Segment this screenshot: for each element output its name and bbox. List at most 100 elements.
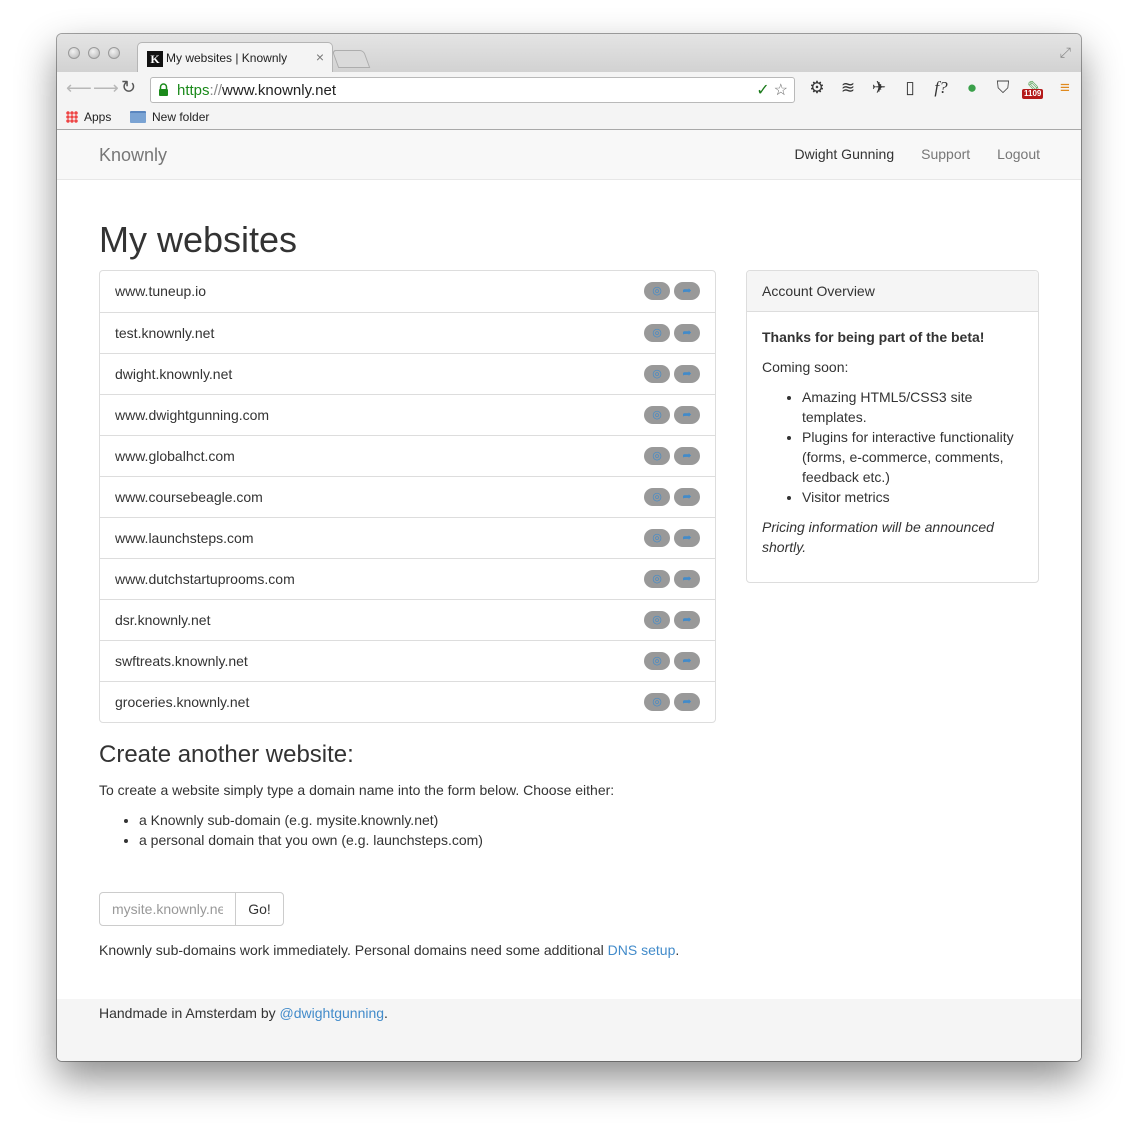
checkmark-extension-icon[interactable]: ✓	[756, 82, 769, 99]
create-instructions: To create a website simply type a domain…	[99, 780, 719, 860]
site-navbar: Knownly Dwight Gunning Support Logout	[57, 130, 1081, 180]
view-site-button[interactable]: ◎	[644, 324, 670, 342]
domain-option: a Knownly sub-domain (e.g. mysite.knownl…	[139, 810, 719, 830]
green-drop-icon[interactable]: ●	[960, 77, 984, 99]
window-zoom-button[interactable]	[108, 47, 120, 59]
nav-links: Dwight Gunning Support Logout	[768, 146, 1041, 162]
url-text: https://www.knownly.net	[177, 82, 336, 99]
view-site-button[interactable]: ◎	[644, 488, 670, 506]
layers-icon[interactable]: ≋	[836, 77, 860, 99]
forward-arrow-icon[interactable]: ⟶	[93, 78, 119, 99]
bookmark-star-icon[interactable]: ☆	[774, 82, 788, 99]
website-row: www.dwightgunning.com ◎ ➦	[100, 394, 715, 435]
nav-support-link[interactable]: Support	[921, 146, 970, 162]
website-name[interactable]: swftreats.knownly.net	[115, 653, 248, 669]
open-site-button[interactable]: ➦	[674, 406, 700, 424]
website-name[interactable]: dsr.knownly.net	[115, 612, 210, 628]
bookmarks-bar: Apps New folder	[57, 106, 1081, 130]
domain-option: a personal domain that you own (e.g. lau…	[139, 830, 719, 850]
panel-body: Thanks for being part of the beta! Comin…	[747, 312, 1038, 582]
open-site-button[interactable]: ➦	[674, 611, 700, 629]
create-intro: To create a website simply type a domain…	[99, 782, 615, 798]
website-name[interactable]: www.dutchstartuprooms.com	[115, 571, 295, 587]
bookmark-folder[interactable]: New folder	[130, 110, 209, 124]
website-row: dsr.knownly.net ◎ ➦	[100, 599, 715, 640]
view-site-button[interactable]: ◎	[644, 282, 670, 300]
view-site-button[interactable]: ◎	[644, 365, 670, 383]
create-heading: Create another website:	[99, 741, 354, 768]
website-name[interactable]: www.launchsteps.com	[115, 530, 254, 546]
open-site-button[interactable]: ➦	[674, 365, 700, 383]
feed-reader-icon[interactable]: ✎ 1109	[1022, 77, 1046, 99]
website-row: www.globalhct.com ◎ ➦	[100, 435, 715, 476]
lock-icon	[159, 83, 168, 96]
website-row: test.knownly.net ◎ ➦	[100, 312, 715, 353]
open-site-button[interactable]: ➦	[674, 693, 700, 711]
website-name[interactable]: groceries.knownly.net	[115, 694, 249, 710]
page-title: My websites	[99, 219, 298, 260]
open-site-button[interactable]: ➦	[674, 570, 700, 588]
account-overview-panel: Account Overview Thanks for being part o…	[746, 270, 1039, 583]
browser-window: K My websites | Knownly × ⤢ ⟵ ⟶ ↻ https:…	[57, 34, 1081, 1061]
website-name[interactable]: www.globalhct.com	[115, 448, 235, 464]
view-site-button[interactable]: ◎	[644, 611, 670, 629]
tab-strip: K My websites | Knownly × ⤢	[57, 34, 1081, 72]
pushpin-icon[interactable]: ✈	[867, 77, 891, 99]
view-site-button[interactable]: ◎	[644, 570, 670, 588]
apps-grid-icon	[66, 111, 78, 123]
gear-icon[interactable]: ⚙	[805, 77, 829, 99]
reload-icon[interactable]: ↻	[121, 77, 136, 98]
website-name[interactable]: www.dwightgunning.com	[115, 407, 269, 423]
website-row: swftreats.knownly.net ◎ ➦	[100, 640, 715, 681]
brand-link[interactable]: Knownly	[99, 145, 167, 166]
nav-user-link[interactable]: Dwight Gunning	[795, 146, 895, 162]
open-site-button[interactable]: ➦	[674, 324, 700, 342]
website-name[interactable]: www.coursebeagle.com	[115, 489, 263, 505]
function-icon[interactable]: f?	[929, 77, 953, 99]
pocket-icon[interactable]: ⛉	[991, 77, 1015, 99]
website-row: dwight.knownly.net ◎ ➦	[100, 353, 715, 394]
view-site-button[interactable]: ◎	[644, 529, 670, 547]
open-site-button[interactable]: ➦	[674, 652, 700, 670]
nav-logout-link[interactable]: Logout	[997, 146, 1040, 162]
extension-icons: ⚙ ≋ ✈ ▯ f? ● ⛉ ✎ 1109 ≡	[805, 77, 1081, 101]
bookmark-apps[interactable]: Apps	[66, 110, 111, 124]
dns-setup-link[interactable]: DNS setup	[608, 942, 676, 958]
folder-icon	[130, 111, 146, 123]
beta-thanks: Thanks for being part of the beta!	[762, 329, 985, 345]
twitter-link[interactable]: @dwightgunning	[280, 1005, 385, 1021]
fullscreen-icon[interactable]: ⤢	[1060, 44, 1071, 61]
web-page: Knownly Dwight Gunning Support Logout My w…	[57, 130, 1081, 1061]
create-form: Go!	[99, 892, 284, 926]
website-row: www.tuneup.io ◎ ➦	[100, 271, 715, 312]
address-bar[interactable]: https://www.knownly.net ✓ ☆	[150, 77, 795, 103]
pricing-note: Pricing information will be announced sh…	[762, 519, 994, 555]
open-site-button[interactable]: ➦	[674, 488, 700, 506]
new-tab-button[interactable]	[331, 50, 371, 68]
window-minimize-button[interactable]	[88, 47, 100, 59]
tab-title: My websites | Knownly	[166, 51, 288, 65]
back-arrow-icon[interactable]: ⟵	[66, 78, 92, 99]
tab-close-icon[interactable]: ×	[316, 49, 324, 65]
website-name[interactable]: dwight.knownly.net	[115, 366, 232, 382]
window-close-button[interactable]	[68, 47, 80, 59]
feature-item: Plugins for interactive functionality (f…	[802, 427, 1023, 487]
open-site-button[interactable]: ➦	[674, 282, 700, 300]
domain-input[interactable]	[99, 892, 236, 926]
open-site-button[interactable]: ➦	[674, 529, 700, 547]
menu-icon[interactable]: ≡	[1053, 77, 1077, 99]
browser-toolbar: ⟵ ⟶ ↻ https://www.knownly.net ✓ ☆ ⚙ ≋ ✈ ▯ f? ●…	[57, 72, 1081, 106]
view-site-button[interactable]: ◎	[644, 406, 670, 424]
view-site-button[interactable]: ◎	[644, 693, 670, 711]
go-button[interactable]: Go!	[235, 892, 284, 926]
phone-send-icon[interactable]: ▯	[898, 77, 922, 99]
website-row: www.launchsteps.com ◎ ➦	[100, 517, 715, 558]
open-site-button[interactable]: ➦	[674, 447, 700, 465]
view-site-button[interactable]: ◎	[644, 652, 670, 670]
view-site-button[interactable]: ◎	[644, 447, 670, 465]
website-name[interactable]: www.tuneup.io	[115, 283, 206, 299]
browser-tab[interactable]: K My websites | Knownly ×	[137, 42, 333, 72]
website-name[interactable]: test.knownly.net	[115, 325, 214, 341]
feature-item: Visitor metrics	[802, 487, 1023, 507]
knownly-favicon-icon: K	[147, 51, 163, 67]
